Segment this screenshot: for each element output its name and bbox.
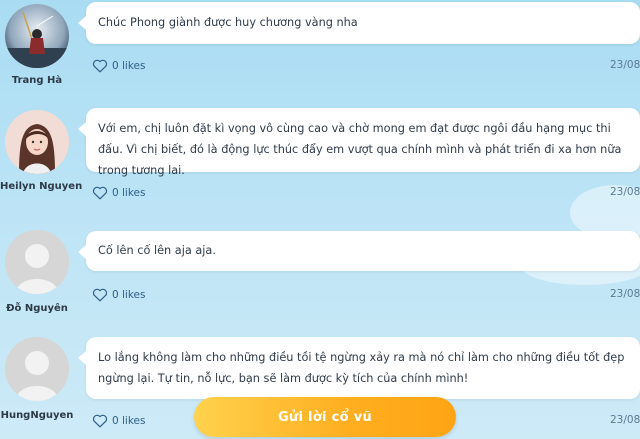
like-count: 0 likes (112, 59, 146, 72)
heart-icon (92, 59, 108, 73)
like-button[interactable]: 0 likes (92, 413, 146, 428)
comment-date: 23/08 (610, 59, 640, 71)
like-button[interactable]: 0 likes (92, 185, 146, 200)
comment-text: Cố lên cố lên aja aja. (98, 244, 216, 257)
comment-text: Lo lắng không làm cho những điều tồi tệ … (98, 351, 625, 385)
comment-text: Với em, chị luôn đặt kì vọng vô cùng cao… (98, 122, 622, 177)
avatar[interactable] (5, 337, 69, 401)
heart-icon (92, 288, 108, 302)
like-button[interactable]: 0 likes (92, 287, 146, 302)
send-cheer-button[interactable]: Gửi lời cổ vũ (194, 397, 456, 437)
heart-icon (92, 414, 108, 428)
default-user-avatar-icon (5, 230, 69, 294)
commenter-name: Trang Hà (11, 75, 63, 86)
avatar[interactable] (5, 230, 69, 294)
commenter-name: HungNguyen (0, 410, 74, 421)
user-photo-avatar-icon (5, 110, 69, 174)
comment-date: 23/08 (610, 414, 640, 426)
comment-date: 23/08 (610, 288, 640, 300)
like-count: 0 likes (112, 288, 146, 301)
commenter-name: Heilyn Nguyen (0, 181, 83, 192)
comment-text: Chúc Phong giành được huy chương vàng nh… (98, 16, 358, 29)
comment-bubble: Với em, chị luôn đặt kì vọng vô cùng cao… (78, 108, 640, 177)
like-count: 0 likes (112, 186, 146, 199)
avatar[interactable] (5, 110, 69, 174)
commenter-name: Đỗ Nguyên (6, 303, 68, 314)
like-button[interactable]: 0 likes (92, 58, 146, 73)
avatar[interactable] (5, 4, 69, 68)
anime-character-avatar-icon (5, 4, 69, 68)
comment-bubble: Cố lên cố lên aja aja. (78, 231, 640, 271)
comment-bubble: Lo lắng không làm cho những điều tồi tệ … (78, 337, 640, 399)
default-user-avatar-icon (5, 337, 69, 401)
comment-date: 23/08 (610, 186, 640, 198)
comment-bubble: Chúc Phong giành được huy chương vàng nh… (78, 2, 640, 44)
like-count: 0 likes (112, 414, 146, 427)
heart-icon (92, 186, 108, 200)
